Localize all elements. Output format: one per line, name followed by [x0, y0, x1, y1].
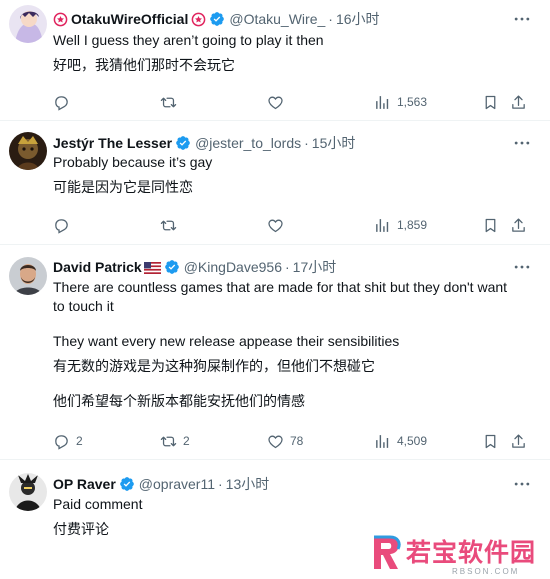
retweet-button[interactable] [160, 215, 177, 235]
avatar[interactable] [9, 5, 47, 43]
avatar[interactable] [9, 132, 47, 170]
share-button[interactable] [510, 92, 527, 112]
bookmark-icon [482, 94, 499, 111]
display-name[interactable]: Jestýr The Lesser [53, 135, 172, 151]
like-button[interactable]: 78 [267, 431, 303, 451]
tweet-header: OP Raver @opraver11 · 13小时 [53, 474, 269, 494]
reply-button[interactable]: 2 [53, 431, 83, 451]
views-count: 1,563 [397, 95, 428, 109]
text-line: Paid comment [53, 496, 143, 512]
views-icon [374, 94, 391, 111]
timestamp[interactable]: 15小时 [312, 133, 356, 153]
display-name[interactable]: David Patrick [53, 259, 142, 275]
timestamp[interactable]: 13小时 [226, 474, 270, 494]
reply-button[interactable] [53, 92, 70, 112]
share-icon [510, 433, 527, 450]
views-icon [374, 217, 391, 234]
tweet[interactable]: David Patrick @KingDave956 · 17小时 There … [0, 245, 550, 460]
verified-icon [209, 11, 225, 27]
separator-dot: · [218, 476, 223, 492]
more-icon[interactable] [512, 9, 532, 29]
retweet-count: 2 [183, 434, 190, 448]
share-button[interactable] [510, 215, 527, 235]
tweet-header: Jestýr The Lesser @jester_to_lords · 15小… [53, 133, 355, 153]
like-button[interactable] [267, 215, 284, 235]
text-line: Well I guess they aren’t going to play i… [53, 32, 324, 48]
tweet[interactable]: OtakuWireOfficial @Otaku_Wire_ · 16小时 We… [0, 0, 550, 121]
bookmark-button[interactable] [482, 431, 499, 451]
handle[interactable]: @jester_to_lords [195, 135, 301, 151]
text-line: 好吧，我猜他们那时不会玩它 [53, 57, 235, 73]
like-icon [267, 217, 284, 234]
separator-dot: · [285, 259, 290, 275]
text-line: to touch it [53, 298, 114, 314]
retweet-button[interactable] [160, 92, 177, 112]
handle[interactable]: @KingDave956 [184, 259, 282, 275]
bookmark-icon [482, 433, 499, 450]
like-icon [267, 433, 284, 450]
like-icon [267, 94, 284, 111]
more-icon[interactable] [512, 474, 532, 494]
views-button[interactable]: 1,859 [374, 215, 427, 235]
reply-icon [53, 433, 70, 450]
more-icon[interactable] [512, 133, 532, 153]
watermark-brand: 若宝软件园 [406, 538, 537, 567]
like-button[interactable] [267, 92, 284, 112]
text-line: There are countless games that are made … [53, 279, 508, 295]
handle[interactable]: @opraver11 [139, 476, 215, 492]
verified-icon [175, 135, 191, 151]
share-icon [510, 94, 527, 111]
more-icon[interactable] [512, 257, 532, 277]
display-name[interactable]: OP Raver [53, 476, 116, 492]
retweet-icon [160, 217, 177, 234]
reply-icon [53, 94, 70, 111]
retweet-button[interactable]: 2 [160, 431, 190, 451]
like-count: 78 [290, 434, 304, 448]
text-line: Probably because it’s gay [53, 154, 213, 170]
tweet-text: Probably because it’s gay 可能是因为它是同性恋 [53, 153, 523, 197]
views-count: 1,859 [397, 218, 428, 232]
reply-icon [53, 217, 70, 234]
badge-icon [191, 12, 206, 27]
timestamp[interactable]: 16小时 [336, 9, 380, 29]
bookmark-icon [482, 217, 499, 234]
bookmark-button[interactable] [482, 215, 499, 235]
text-line: They want every new release appease thei… [53, 333, 400, 349]
avatar[interactable] [9, 473, 47, 511]
separator-dot: · [304, 135, 309, 151]
us-flag-icon [143, 261, 161, 274]
views-button[interactable]: 1,563 [374, 92, 427, 112]
text-line: 他们希望每个新版本都能安抚他们的情感 [53, 393, 305, 409]
text-line: 有无数的游戏是为这种狗屎制作的，但他们不想碰它 [53, 358, 375, 374]
retweet-icon [160, 94, 177, 111]
badge-icon [53, 12, 68, 27]
verified-icon [164, 259, 180, 275]
views-icon [374, 433, 391, 450]
text-line: 可能是因为它是同性恋 [53, 179, 193, 195]
handle[interactable]: @Otaku_Wire_ [229, 11, 325, 27]
retweet-icon [160, 433, 177, 450]
views-count: 4,509 [397, 434, 428, 448]
bookmark-button[interactable] [482, 92, 499, 112]
tweet[interactable]: Jestýr The Lesser @jester_to_lords · 15小… [0, 121, 550, 245]
watermark-url: RBSON.COM [452, 567, 520, 576]
separator-dot: · [328, 11, 333, 27]
reply-count: 2 [76, 434, 83, 448]
avatar[interactable] [9, 257, 47, 295]
action-bar: 1,859 [53, 215, 528, 235]
views-button[interactable]: 4,509 [374, 431, 427, 451]
display-name[interactable]: OtakuWireOfficial [71, 11, 188, 27]
reply-button[interactable] [53, 215, 70, 235]
verified-icon [119, 476, 135, 492]
action-bar: 2 2 78 4,509 [53, 431, 528, 451]
tweet-header: David Patrick @KingDave956 · 17小时 [53, 257, 336, 277]
timestamp[interactable]: 17小时 [293, 257, 337, 277]
share-icon [510, 217, 527, 234]
action-bar: 1,563 [53, 92, 528, 112]
share-button[interactable] [510, 431, 527, 451]
watermark-logo: 若宝软件园 RBSON.COM [368, 529, 550, 579]
tweet-header: OtakuWireOfficial @Otaku_Wire_ · 16小时 [53, 9, 380, 29]
tweet-text: Well I guess they aren’t going to play i… [53, 31, 523, 75]
tweet-text: There are countless games that are made … [53, 278, 523, 411]
